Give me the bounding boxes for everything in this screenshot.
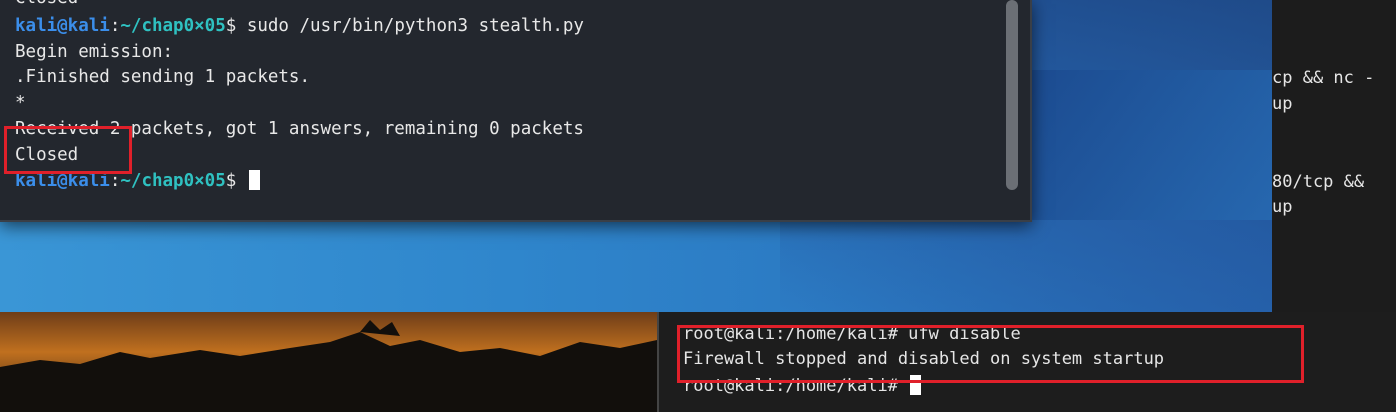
prompt-symbol: $ <box>225 171 237 191</box>
terminal-line: Closed <box>15 0 78 8</box>
terminal-line: * <box>15 93 26 113</box>
highlight-box-closed <box>4 126 132 174</box>
text-cursor <box>248 170 260 190</box>
command-text: sudo /usr/bin/python3 stealth.py <box>236 16 584 36</box>
prompt-separator: : <box>109 171 121 191</box>
wallpaper-facet <box>1030 70 1272 220</box>
terminal-prompt-line: kali@kali:~/chap0×05$ sudo /usr/bin/pyth… <box>15 16 584 36</box>
scrollbar[interactable] <box>1006 0 1018 190</box>
terminal-line: Begin emission: <box>15 42 174 62</box>
terminal-line: up <box>1272 94 1293 114</box>
terminal-line: up <box>1272 197 1293 217</box>
background-terminal: cp && nc - up 80/tcp && up <box>1272 0 1396 312</box>
terminal-line: cp && nc - <box>1272 68 1375 88</box>
prompt-user: kali@kali <box>15 171 110 191</box>
highlight-box-firewall <box>677 325 1304 383</box>
prompt-separator: : <box>109 16 121 36</box>
kali-terminal-window[interactable]: Closed kali@kali:~/chap0×05$ sudo /usr/b… <box>0 0 1032 222</box>
sunset-landscape-image <box>0 312 657 412</box>
terminal-line: 80/tcp && <box>1272 172 1365 192</box>
prompt-path: ~/chap0×05 <box>120 16 226 36</box>
prompt-symbol: $ <box>225 16 237 36</box>
prompt-user: kali@kali <box>15 16 110 36</box>
prompt-path: ~/chap0×05 <box>120 171 226 191</box>
terminal-line: .Finished sending 1 packets. <box>15 67 311 87</box>
